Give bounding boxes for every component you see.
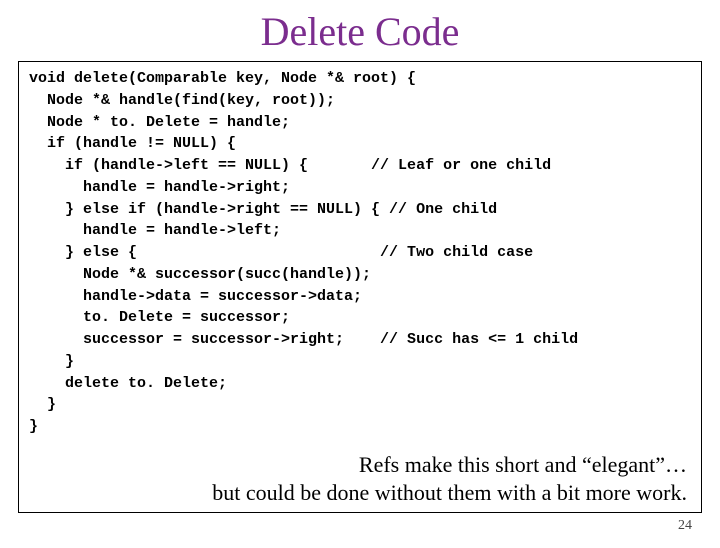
code-line: if (handle->left == NULL) { // Leaf or o… [29, 155, 691, 177]
code-line: handle->data = successor->data; [29, 286, 691, 308]
code-line: } else if (handle->right == NULL) { // O… [29, 199, 691, 221]
caption-line-1: Refs make this short and “elegant”… [359, 452, 687, 477]
caption-line-2: but could be done without them with a bi… [212, 480, 687, 505]
code-line: to. Delete = successor; [29, 307, 691, 329]
slide-caption: Refs make this short and “elegant”… but … [212, 451, 687, 506]
code-container: void delete(Comparable key, Node *& root… [18, 61, 702, 513]
code-line: } else { // Two child case [29, 242, 691, 264]
code-line: } [29, 394, 691, 416]
code-line: } [29, 416, 691, 438]
code-line: } [29, 351, 691, 373]
code-line: Node * to. Delete = handle; [29, 112, 691, 134]
code-line: delete to. Delete; [29, 373, 691, 395]
code-line: handle = handle->left; [29, 220, 691, 242]
code-line: Node *& successor(succ(handle)); [29, 264, 691, 286]
slide-title: Delete Code [0, 8, 720, 55]
code-line: if (handle != NULL) { [29, 133, 691, 155]
code-line: void delete(Comparable key, Node *& root… [29, 68, 691, 90]
page-number: 24 [678, 518, 692, 534]
code-line: handle = handle->right; [29, 177, 691, 199]
code-line: successor = successor->right; // Succ ha… [29, 329, 691, 351]
code-line: Node *& handle(find(key, root)); [29, 90, 691, 112]
